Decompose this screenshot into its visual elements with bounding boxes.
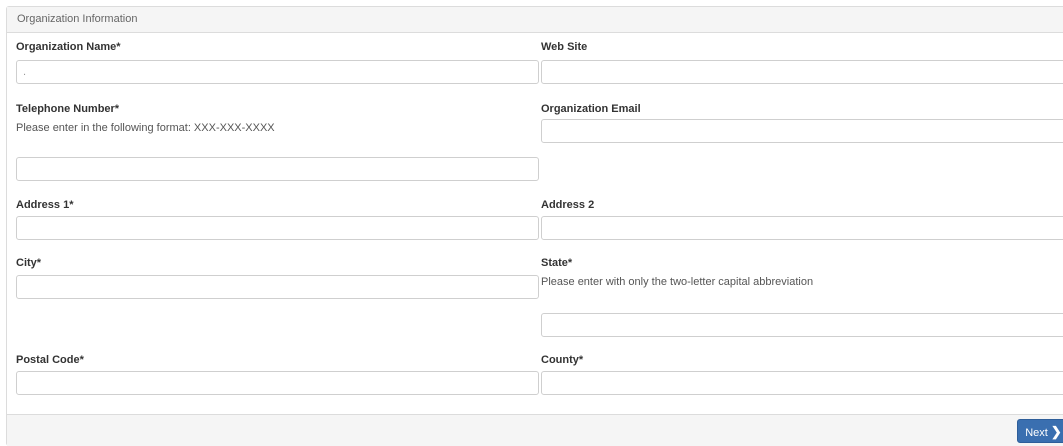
county-input[interactable] <box>541 371 1063 395</box>
org-name-input[interactable] <box>16 60 539 84</box>
county-label: County* <box>541 354 584 366</box>
next-button[interactable]: Next ❯ <box>1017 419 1063 443</box>
panel-footer <box>7 414 1063 446</box>
chevron-right-icon: ❯ <box>1050 424 1062 439</box>
address2-input[interactable] <box>541 216 1063 240</box>
state-label: State* <box>541 257 573 269</box>
org-name-label: Organization Name* <box>16 41 121 53</box>
state-input[interactable] <box>541 313 1063 337</box>
telephone-help: Please enter in the following format: XX… <box>16 122 275 134</box>
website-label: Web Site <box>541 41 588 53</box>
org-email-input[interactable] <box>541 119 1063 143</box>
address1-label: Address 1* <box>16 199 74 211</box>
address1-input[interactable] <box>16 216 539 240</box>
next-button-label: Next <box>1025 427 1048 439</box>
telephone-input[interactable] <box>16 157 539 181</box>
website-input[interactable] <box>541 60 1063 84</box>
org-email-label: Organization Email <box>541 103 641 115</box>
telephone-label: Telephone Number* <box>16 103 120 115</box>
postal-code-input[interactable] <box>16 371 539 395</box>
postal-code-label: Postal Code* <box>16 354 84 366</box>
state-help: Please enter with only the two-letter ca… <box>541 276 814 288</box>
city-input[interactable] <box>16 275 539 299</box>
address2-label: Address 2 <box>541 199 595 211</box>
panel-title: Organization Information <box>7 7 1063 33</box>
city-label: City* <box>16 257 42 269</box>
